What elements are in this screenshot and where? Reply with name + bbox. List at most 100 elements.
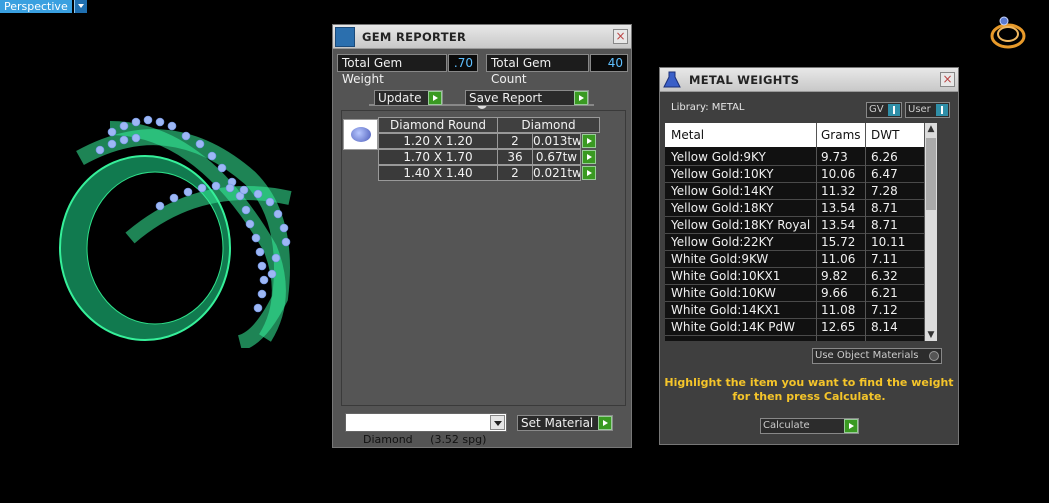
metal-dwt: 8.71 <box>871 218 898 232</box>
metal-name: Yellow Gold:18KY Royal <box>671 218 811 232</box>
metal-name: Yellow Gold:22KY <box>671 235 774 249</box>
metal-grams: 13.54 <box>821 201 856 215</box>
use-object-materials-toggle[interactable]: Use Object Materials <box>812 348 942 364</box>
calculate-hint: Highlight the item you want to find the … <box>660 376 958 404</box>
metal-table-header: Metal Grams DWT <box>665 123 925 147</box>
metal-grams: 13.54 <box>821 218 856 232</box>
scroll-up-icon[interactable]: ▲ <box>927 125 935 134</box>
set-material-go-icon <box>598 416 612 430</box>
gem-list-area: Diamond Round Diamond 1.20 X 1.20 2 0.01… <box>341 110 626 406</box>
gem-reporter-panel: GEM REPORTER × Total Gem Weight .70 Tota… <box>332 24 632 448</box>
update-button[interactable]: Update <box>374 90 443 106</box>
metal-grams: 12.65 <box>821 320 856 334</box>
save-report-button[interactable]: Save Report <box>465 90 589 106</box>
gem-row-count: 2 <box>497 133 533 149</box>
metal-name: Yellow Gold:14KY <box>671 184 774 198</box>
metal-dwt: 8.14 <box>871 320 898 334</box>
gem-reporter-title: GEM REPORTER <box>362 30 467 44</box>
grams-column-header[interactable]: Grams <box>821 123 861 147</box>
toggle-circle-icon <box>929 351 939 361</box>
metal-row[interactable]: Yellow Gold:18KY 13.54 8.71 <box>665 200 925 217</box>
column-divider <box>816 123 817 341</box>
metal-dwt: 7.11 <box>871 252 898 266</box>
metal-name: White Gold:10KX1 <box>671 269 781 283</box>
scroll-down-icon[interactable]: ▼ <box>927 331 935 340</box>
metal-grams: 15.72 <box>821 235 856 249</box>
view-navigator-icon[interactable] <box>987 12 1029 52</box>
total-gem-weight-label: Total Gem Weight <box>337 54 447 86</box>
gem-row-size[interactable]: 1.70 X 1.70 <box>378 149 498 165</box>
metal-row[interactable]: Yellow Gold:22KY 15.72 10.11 <box>665 234 925 251</box>
gem-row-size[interactable]: 1.20 X 1.20 <box>378 133 498 149</box>
metal-dwt: 6.47 <box>871 167 898 181</box>
metal-grams: 9.82 <box>821 269 848 283</box>
metal-dwt: 6.32 <box>871 269 898 283</box>
metal-grams: 11.08 <box>821 303 856 317</box>
gv-toggle-label: GV <box>869 104 884 115</box>
metal-weights-close-icon[interactable]: × <box>940 72 955 87</box>
hint-line-1: Highlight the item you want to find the … <box>664 376 954 389</box>
metal-row[interactable]: Yellow Gold:9KY 9.73 6.26 <box>665 149 925 166</box>
metal-name: Yellow Gold:9KY <box>671 150 766 164</box>
metal-row[interactable]: White Gold:14KX1 11.08 7.12 <box>665 302 925 319</box>
gem-row-go-icon[interactable] <box>582 150 596 164</box>
metal-grams: 10.06 <box>821 167 856 181</box>
gem-shape-header: Diamond Round <box>378 117 498 133</box>
chevron-down-icon[interactable] <box>490 415 505 430</box>
gem-reporter-titlebar[interactable]: GEM REPORTER × <box>333 25 631 49</box>
material-select-value: Diamond (3.52 spg) <box>363 433 487 446</box>
total-gem-count-label: Total Gem Count <box>486 54 589 86</box>
metal-dwt: 6.26 <box>871 150 898 164</box>
calculate-go-icon <box>844 419 858 433</box>
dwt-column-header[interactable]: DWT <box>871 123 899 147</box>
metal-dwt: 6.21 <box>871 286 898 300</box>
diamond-round-thumbnail-icon[interactable] <box>343 119 378 150</box>
gem-row-weight: 0.67tw <box>532 149 581 165</box>
calculate-button[interactable]: Calculate <box>760 418 859 434</box>
metal-weights-panel: METAL WEIGHTS × Library: METAL GV User M… <box>659 67 959 445</box>
gem-row-go-icon[interactable] <box>582 134 596 148</box>
gem-reporter-close-icon[interactable]: × <box>613 29 628 44</box>
update-button-label: Update <box>378 91 422 105</box>
gem-material-header: Diamond <box>497 117 600 133</box>
metal-weights-title: METAL WEIGHTS <box>689 73 800 87</box>
metal-grams: 11.06 <box>821 252 856 266</box>
metal-row[interactable]: Yellow Gold:14KY 11.32 7.28 <box>665 183 925 200</box>
total-gem-weight-value: .70 <box>448 54 478 72</box>
metal-name: White Gold:9KW <box>671 252 769 266</box>
user-toggle[interactable]: User <box>905 102 950 118</box>
metal-name: Yellow Gold:10KY <box>671 167 774 181</box>
update-go-icon <box>428 91 442 105</box>
gem-row-go-icon[interactable] <box>582 166 596 180</box>
metal-row[interactable]: White Gold:10KX1 9.82 6.32 <box>665 268 925 285</box>
total-gem-count-value: 40 <box>590 54 628 72</box>
scrollbar-thumb[interactable] <box>926 138 936 210</box>
gv-toggle[interactable]: GV <box>866 102 902 118</box>
gem-row-weight: 0.013tw <box>532 133 581 149</box>
gem-row-size[interactable]: 1.40 X 1.40 <box>378 165 498 181</box>
metal-grams: 9.73 <box>821 150 848 164</box>
metal-dwt: 10.11 <box>871 235 906 249</box>
save-report-go-icon <box>574 91 588 105</box>
metal-row[interactable]: White Gold:14K PdW 12.65 8.14 <box>665 319 925 336</box>
hint-line-2: for then press Calculate. <box>732 390 886 403</box>
material-select[interactable]: Diamond (3.52 spg) <box>345 413 507 446</box>
gem-row-weight: 0.021tw <box>532 165 581 181</box>
viewport-menu-arrow-icon[interactable] <box>74 0 87 13</box>
metal-row[interactable]: White Gold:10KW 9.66 6.21 <box>665 285 925 302</box>
metal-table-scrollbar[interactable]: ▲ ▼ <box>925 123 937 341</box>
metal-name: White Gold:10KW <box>671 286 776 300</box>
metal-row[interactable]: Yellow Gold:18KY Royal 13.54 8.71 <box>665 217 925 234</box>
metal-row[interactable]: Yellow Gold:10KY 10.06 6.47 <box>665 166 925 183</box>
metal-row[interactable]: White Gold:9KW 11.06 7.11 <box>665 251 925 268</box>
metal-grams: 11.32 <box>821 184 856 198</box>
ring-model[interactable] <box>50 98 310 348</box>
viewport-label[interactable]: Perspective <box>0 0 72 13</box>
set-material-button[interactable]: Set Material <box>517 415 613 431</box>
metal-dwt: 8.71 <box>871 201 898 215</box>
metal-name: White Gold:14K PdW <box>671 320 796 334</box>
metal-weights-titlebar[interactable]: METAL WEIGHTS × <box>660 68 958 92</box>
save-report-button-label: Save Report <box>469 91 543 105</box>
metal-column-header[interactable]: Metal <box>671 123 704 147</box>
user-toggle-label: User <box>908 104 931 115</box>
